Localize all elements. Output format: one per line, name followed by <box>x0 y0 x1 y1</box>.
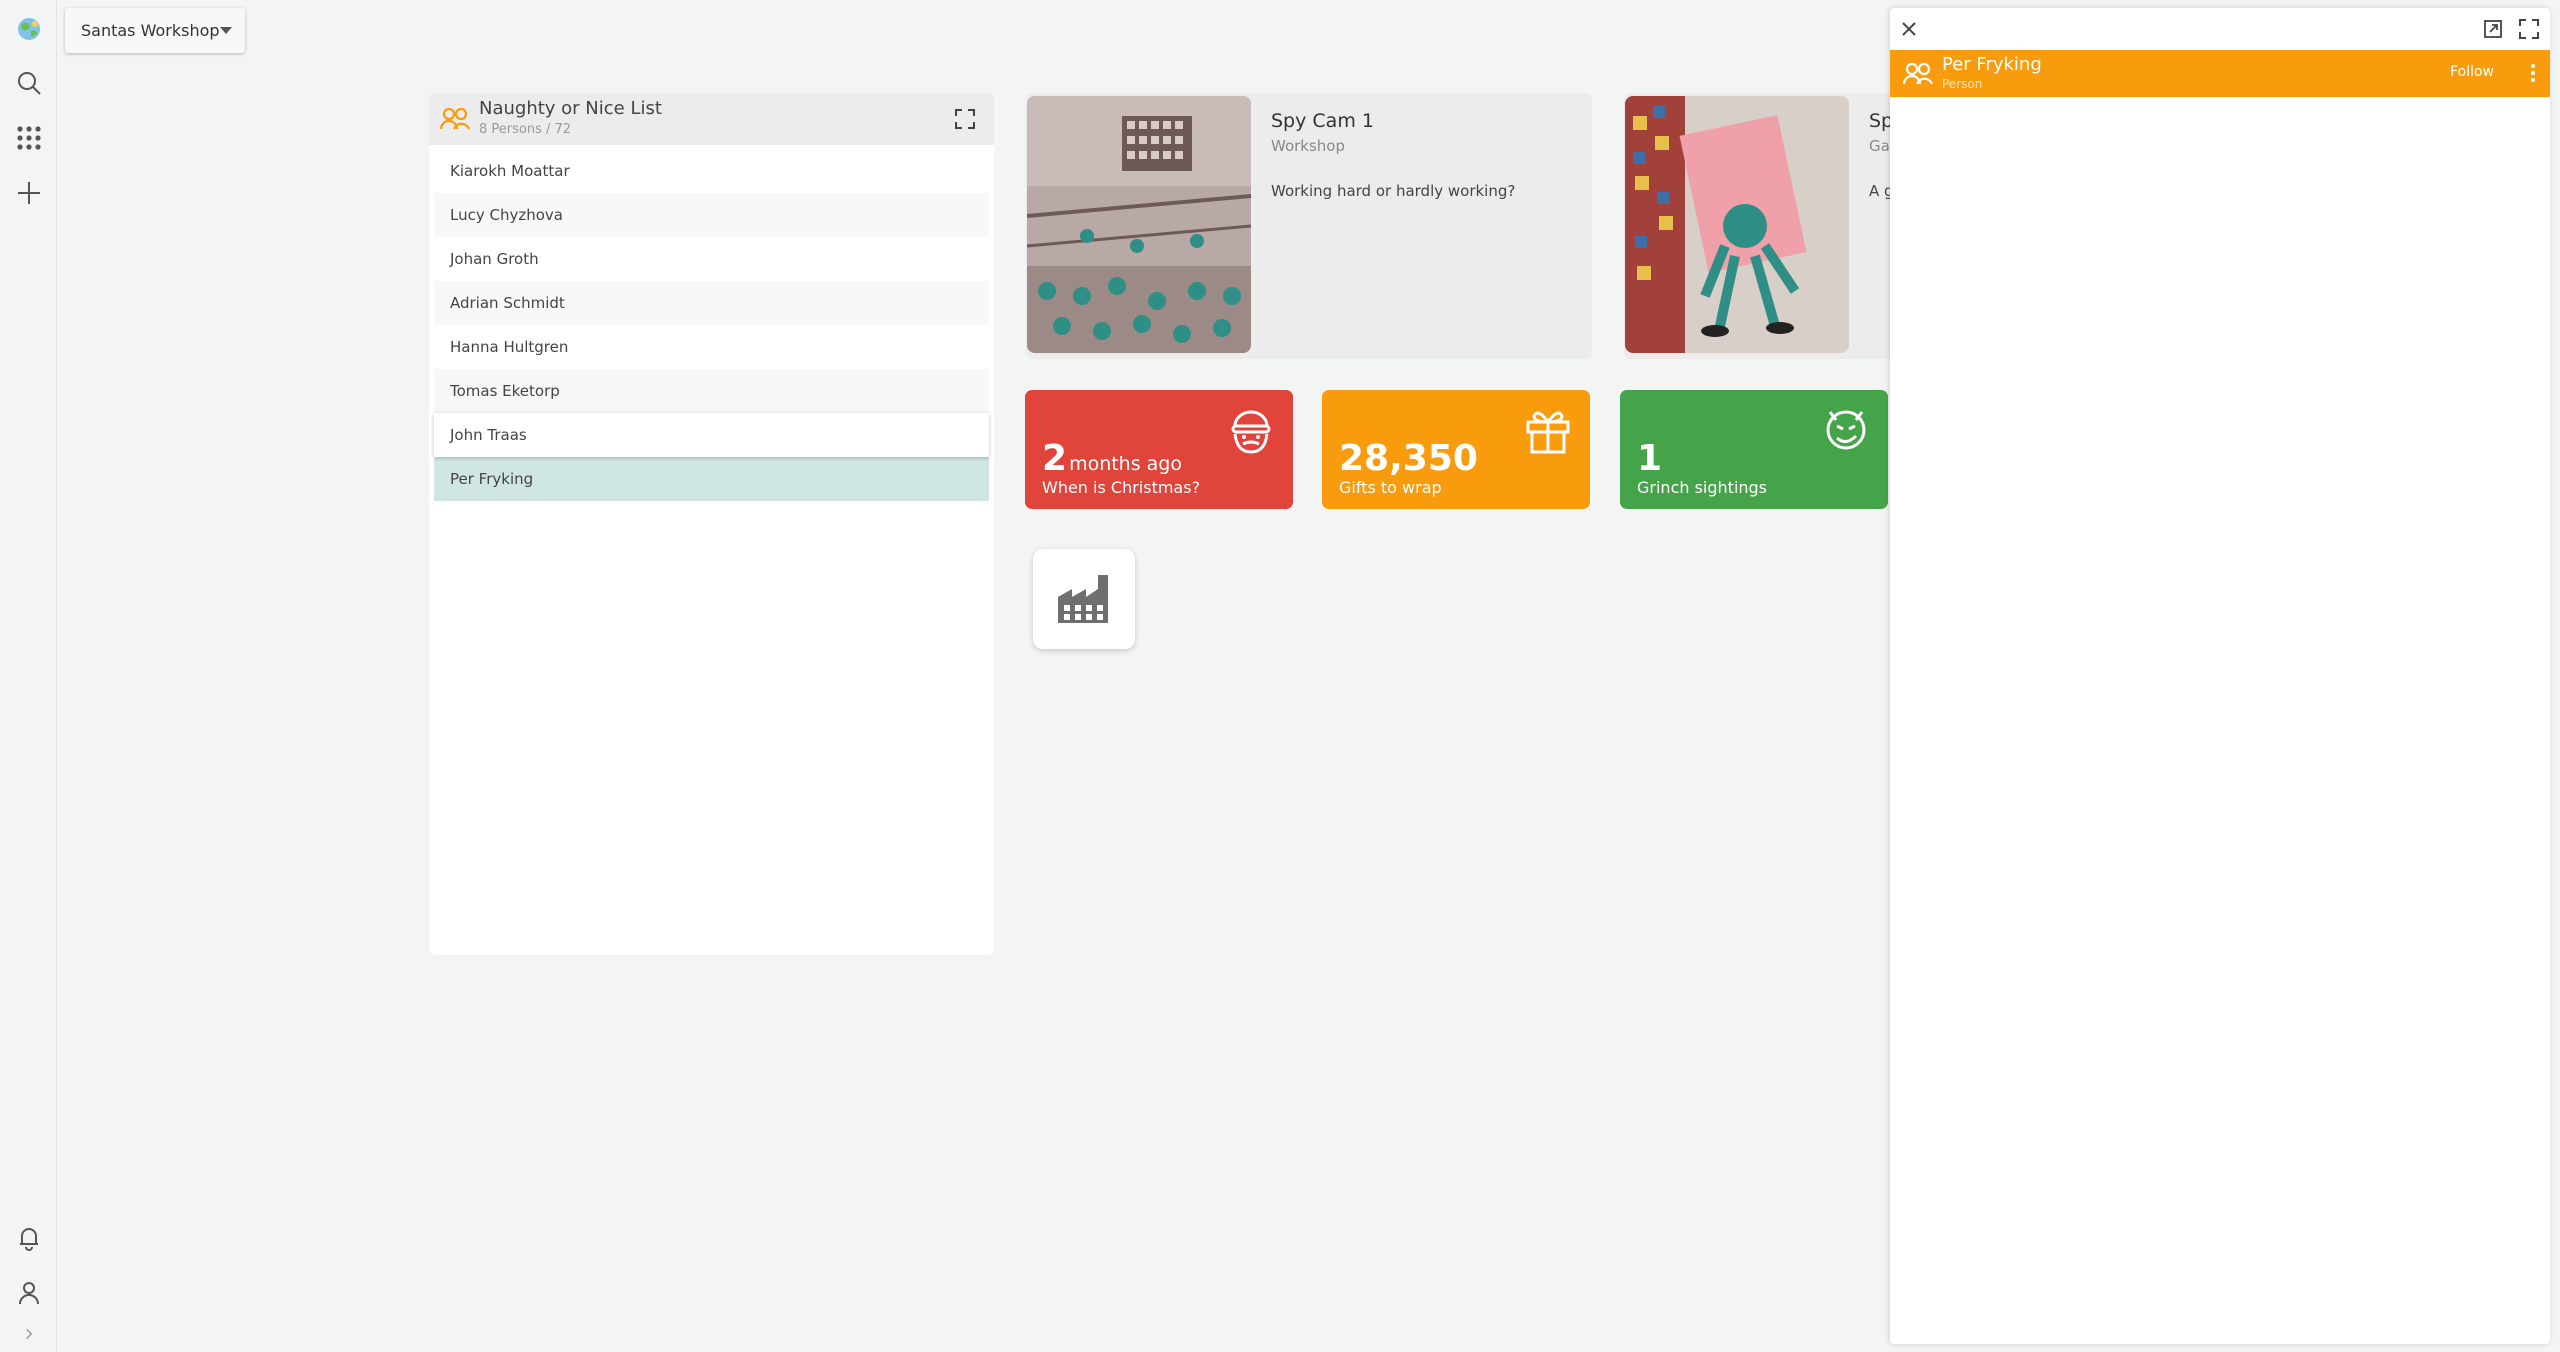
people-icon <box>1902 62 1934 85</box>
grinch-sightings-tile[interactable]: 1 Grinch sightings <box>1620 390 1888 509</box>
nav-rail <box>0 0 57 1352</box>
chevron-down-icon <box>220 27 232 34</box>
factory-shortcut-button[interactable] <box>1033 549 1135 649</box>
user-icon[interactable] <box>12 1276 45 1309</box>
list-item[interactable]: Lucy Chyzhova <box>434 193 989 237</box>
person-header: Per Fryking Person Follow <box>1890 50 2550 97</box>
list-item[interactable]: Kiarokh Moattar <box>434 149 989 193</box>
person-type: Person <box>1942 77 1983 91</box>
gift-elf-video-thumbnail[interactable] <box>1625 96 1849 353</box>
list-item[interactable]: Adrian Schmidt <box>434 281 989 325</box>
cam-description: A g <box>1869 182 1890 200</box>
list-item[interactable]: Hanna Hultgren <box>434 325 989 369</box>
tile-value: 2 months ago <box>1042 438 1182 479</box>
globe-logo-icon[interactable] <box>12 12 45 45</box>
expand-icon[interactable] <box>954 108 976 130</box>
grinch-face-icon <box>1820 404 1872 456</box>
person-detail-panel: Per Fryking Person Follow <box>1890 8 2550 1344</box>
cam-location: Workshop <box>1271 137 1346 155</box>
person-name: Per Fryking <box>1942 54 2042 75</box>
tile-label: Grinch sightings <box>1637 478 1768 497</box>
cam-location: Ga <box>1869 137 1890 155</box>
tile-value: 28,350 <box>1339 438 1478 479</box>
apps-grid-icon[interactable] <box>12 121 45 154</box>
cam-description: Working hard or hardly working? <box>1271 182 1516 200</box>
gift-icon <box>1522 404 1574 456</box>
list-item[interactable]: Johan Groth <box>434 237 989 281</box>
cam-title: Spy Cam 1 <box>1271 110 1374 132</box>
spy-cam-card[interactable]: Sp Ga A g <box>1624 93 1890 359</box>
bell-icon[interactable] <box>12 1221 45 1254</box>
santa-icon <box>1225 404 1277 456</box>
more-options-icon[interactable] <box>2530 62 2536 84</box>
factory-icon <box>1058 575 1108 623</box>
list-header: Naughty or Nice List 8 Persons / 72 <box>429 93 994 145</box>
people-icon <box>439 107 471 130</box>
search-icon[interactable] <box>12 66 45 99</box>
workspace-selector[interactable]: Santas Workshop <box>65 8 245 53</box>
spy-cam-card[interactable]: Spy Cam 1 Workshop Working hard or hardl… <box>1026 93 1592 359</box>
christmas-countdown-tile[interactable]: 2 months ago When is Christmas? <box>1025 390 1293 509</box>
tile-value: 1 <box>1637 438 1663 479</box>
cam-title: Sp <box>1869 110 1890 132</box>
list-title: Naughty or Nice List <box>479 98 662 119</box>
chevron-right-icon[interactable] <box>12 1322 45 1346</box>
close-icon[interactable] <box>1898 18 1920 40</box>
tile-label: When is Christmas? <box>1042 478 1201 497</box>
gifts-to-wrap-tile[interactable]: 28,350 Gifts to wrap <box>1322 390 1590 509</box>
workspace-name: Santas Workshop <box>81 21 220 40</box>
list-item[interactable]: Tomas Eketorp <box>434 369 989 413</box>
follow-button[interactable]: Follow <box>2450 64 2494 80</box>
tile-unit: months ago <box>1069 453 1182 475</box>
tile-label: Gifts to wrap <box>1339 478 1442 497</box>
detail-toolbar <box>1890 8 2550 50</box>
person-list: Kiarokh Moattar Lucy Chyzhova Johan Grot… <box>429 145 994 505</box>
open-in-new-icon[interactable] <box>2482 18 2504 40</box>
list-item[interactable]: John Traas <box>434 413 989 457</box>
list-item-selected[interactable]: Per Fryking <box>434 457 989 501</box>
add-icon[interactable] <box>12 176 45 209</box>
list-count: 8 Persons / 72 <box>479 122 572 137</box>
fullscreen-icon[interactable] <box>2518 18 2540 40</box>
workshop-video-thumbnail[interactable] <box>1027 96 1251 353</box>
naughty-list-panel: Naughty or Nice List 8 Persons / 72 Kiar… <box>429 93 994 955</box>
